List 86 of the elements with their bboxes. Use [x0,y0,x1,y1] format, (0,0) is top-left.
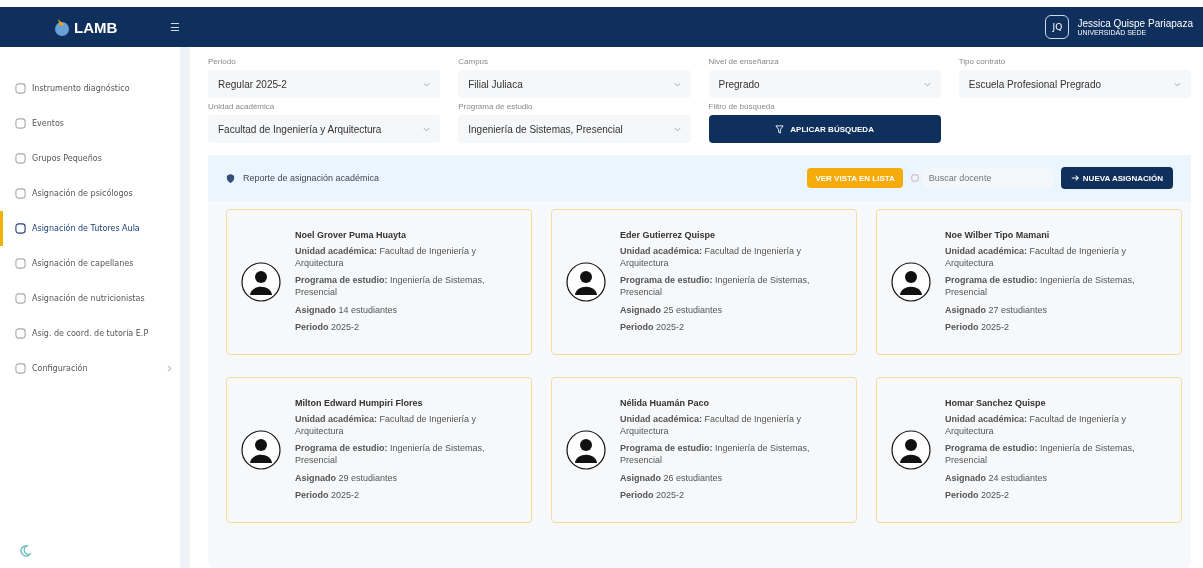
logo-icon [52,17,72,37]
academic-unit: Unidad académica: Facultad de Ingeniería y Arquitectura [295,413,478,438]
search-field[interactable]: Buscar docente [922,168,1053,188]
caret-icon [423,126,431,132]
period: Periodo 2025-2 [620,322,686,335]
caret-icon [673,81,681,87]
filter-label: Nivel de enseñanza [708,57,780,66]
menu-item-icon [15,328,26,339]
menu-item-icon [15,118,26,129]
avatar-icon [891,262,931,302]
filter-select[interactable]: Pregrado [708,70,941,98]
menu-item-icon [15,223,26,234]
filter-select[interactable]: Ingeniería de Sistemas, Presencial [458,115,691,143]
sidebar-item[interactable]: Eventos [0,106,180,141]
sidebar-item[interactable]: Asignación de Tutores Aula [0,211,180,246]
period: Periodo 2025-2 [620,490,686,503]
menu-item-icon [15,293,26,304]
filter-label: Programa de estudio [458,102,534,111]
caret-icon [923,81,931,87]
academic-unit: Unidad académica: Facultad de Ingeniería y Arquitectura [620,245,803,270]
filter-select[interactable]: Filial Juliaca [458,70,691,98]
arrow-icon [1070,174,1079,182]
filter-icon [775,124,785,134]
period: Periodo 2025-2 [945,490,1011,503]
caret-icon [1174,81,1181,87]
assigned-count: Asignado 25 estudiantes [620,304,724,317]
sidebar-item[interactable]: Asignación de nutricionistas [0,281,180,316]
filter-select[interactable]: Facultad de Ingeniería y Arquitectura [208,115,441,143]
menu-item-icon [15,363,26,374]
sidebar-item[interactable]: Asignación de psicólogos [0,176,180,211]
shield-icon [226,173,235,183]
sidebar-item[interactable]: Configuración [0,351,180,386]
filter-label: Filtro de búsqueda [708,102,776,111]
period: Periodo 2025-2 [945,322,1011,335]
filter-select[interactable]: Escuela Profesional Pregrado [958,70,1191,98]
user-name: Jessica Quispe Pariapaza [1077,18,1193,29]
tutor-name: Homar Sanchez Quispe [945,397,1047,408]
study-program: Programa de estudio: Ingeniería de Sistemas, Presencial [620,443,811,467]
filter-label: Campus [458,57,490,66]
theme-toggle-icon[interactable] [18,544,32,558]
assigned-count: Asignado 27 estudiantes [945,304,1049,317]
tutor-name: Milton Edward Humpiri Flores [295,397,424,408]
tutor-name: Noe Wilber Tipo Mamani [945,229,1051,240]
avatar-icon [566,262,606,302]
sidebar-item[interactable]: Asignación de capellanes [0,246,180,281]
filter-label: Unidad académica [208,102,276,111]
study-program: Programa de estudio: Ingeniería de Sistemas, Presencial [620,275,811,299]
caret-icon [673,126,681,132]
academic-unit: Unidad académica: Facultad de Ingeniería y Arquitectura [945,245,1128,270]
caret-icon [423,81,431,87]
filter-select[interactable]: Regular 2025-2 [208,70,441,98]
logo-text: LAMB [74,18,118,36]
menu-item-icon [15,258,26,269]
assigned-count: Asignado 14 estudiantes [295,304,399,317]
study-program: Programa de estudio: Ingeniería de Sistemas, Presencial [945,275,1136,299]
period: Periodo 2025-2 [295,322,361,335]
academic-unit: Unidad académica: Facultad de Ingeniería y Arquitectura [295,245,478,270]
academic-unit: Unidad académica: Facultad de Ingeniería y Arquitectura [945,413,1128,438]
avatar-icon [241,262,281,302]
tutor-name: Eder Gutierrez Quispe [620,229,717,240]
assigned-count: Asignado 26 estudiantes [620,472,724,485]
menu-item-icon [15,83,26,94]
user-avatar[interactable]: JQ [1045,15,1070,39]
tutor-name: Nélida Huamán Paco [620,397,711,408]
filter-label: Tipo contrato [958,57,1007,66]
assigned-count: Asignado 29 estudiantes [295,472,399,485]
avatar-icon [241,430,281,470]
sidebar-item[interactable]: Grupos Pequeños [0,141,180,176]
avatar-icon [891,430,931,470]
avatar-icon [566,430,606,470]
study-program: Programa de estudio: Ingeniería de Sistemas, Presencial [295,275,486,299]
sidebar-item[interactable]: Instrumento diagnóstico [0,71,180,106]
assigned-count: Asignado 24 estudiantes [945,472,1049,485]
apply-search-button[interactable]: APLICAR BÚSQUEDA [708,115,941,143]
menu-button[interactable]: ☰ [170,20,180,34]
academic-unit: Unidad académica: Facultad de Ingeniería y Arquitectura [620,413,803,438]
report-title: Reporte de asignación académica [243,173,380,183]
study-program: Programa de estudio: Ingeniería de Sistemas, Presencial [945,443,1136,467]
period: Periodo 2025-2 [295,490,361,503]
study-program: Programa de estudio: Ingeniería de Sistemas, Presencial [295,443,486,467]
menu-item-icon [15,153,26,164]
tutor-name: Noel Grover Puma Huayta [295,229,408,240]
menu-item-icon [15,188,26,199]
new-assignment-button[interactable]: NUEVA ASIGNACIÓN [1060,167,1173,189]
filter-label: Periodo [208,57,237,66]
sidebar-item[interactable]: Asig. de coord. de tutoría E.P [0,316,180,351]
